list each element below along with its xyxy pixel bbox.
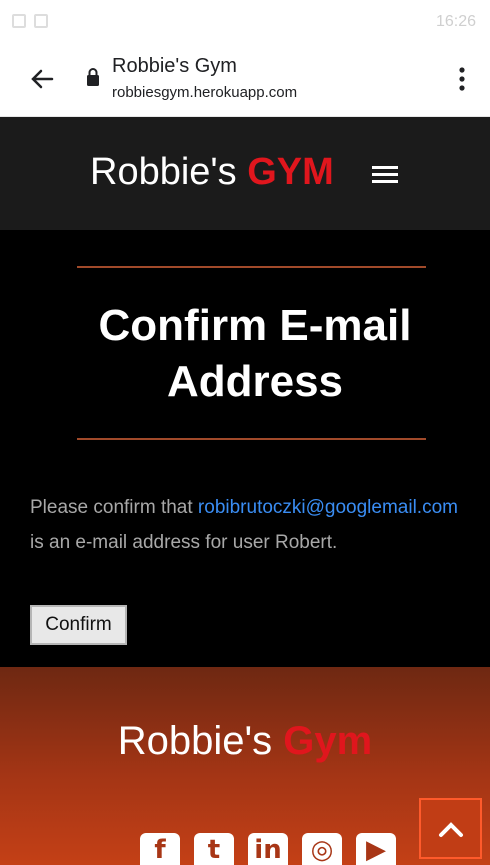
confirm-message: Please confirm that robibrutoczki@google…	[30, 490, 460, 560]
social-links: f t in ◎ ▶	[140, 833, 396, 865]
brand-logo[interactable]: Robbie's GYM	[90, 153, 334, 191]
lock-icon[interactable]	[86, 67, 100, 87]
linkedin-icon[interactable]: in	[248, 833, 288, 865]
notification-icon	[12, 14, 26, 28]
facebook-icon[interactable]: f	[140, 833, 180, 865]
footer-brand-accent: Gym	[283, 719, 373, 763]
back-arrow-icon[interactable]	[26, 63, 58, 95]
email-link[interactable]: robibrutoczki@googlemail.com	[198, 497, 458, 518]
twitter-icon[interactable]: t	[194, 833, 234, 865]
image-notification-icon	[34, 14, 48, 28]
message-prefix: Please confirm that	[30, 497, 198, 518]
site-header: Robbie's GYM	[0, 117, 490, 230]
hamburger-menu-icon[interactable]	[372, 164, 398, 184]
footer-brand-name: Robbie's	[117, 719, 284, 763]
notification-icons	[12, 14, 48, 28]
status-bar: 16:26	[0, 0, 490, 45]
title-divider-bottom	[77, 438, 426, 440]
page-title: Confirm E-mail Address	[98, 301, 412, 406]
confirm-button[interactable]: Confirm	[30, 605, 127, 645]
more-options-icon[interactable]	[450, 63, 474, 95]
status-time: 16:26	[435, 13, 476, 30]
site-title: Robbie's Gym	[112, 55, 237, 77]
brand-name: Robbie's	[90, 151, 248, 193]
site-url[interactable]: robbiesgym.herokuapp.com	[112, 84, 297, 101]
brand-accent: GYM	[247, 151, 334, 193]
title-divider-top	[77, 266, 426, 268]
scroll-to-top-button[interactable]	[419, 798, 482, 859]
youtube-icon[interactable]: ▶	[356, 833, 396, 865]
footer-brand: Robbie's Gym	[0, 719, 490, 764]
instagram-icon[interactable]: ◎	[302, 833, 342, 865]
footer: Robbie's Gym f t in ◎ ▶	[0, 667, 490, 865]
chevron-up-icon	[438, 821, 463, 837]
message-suffix: is an e-mail address for user Robert.	[30, 532, 338, 553]
browser-toolbar: Robbie's Gym robbiesgym.herokuapp.com	[0, 45, 490, 117]
